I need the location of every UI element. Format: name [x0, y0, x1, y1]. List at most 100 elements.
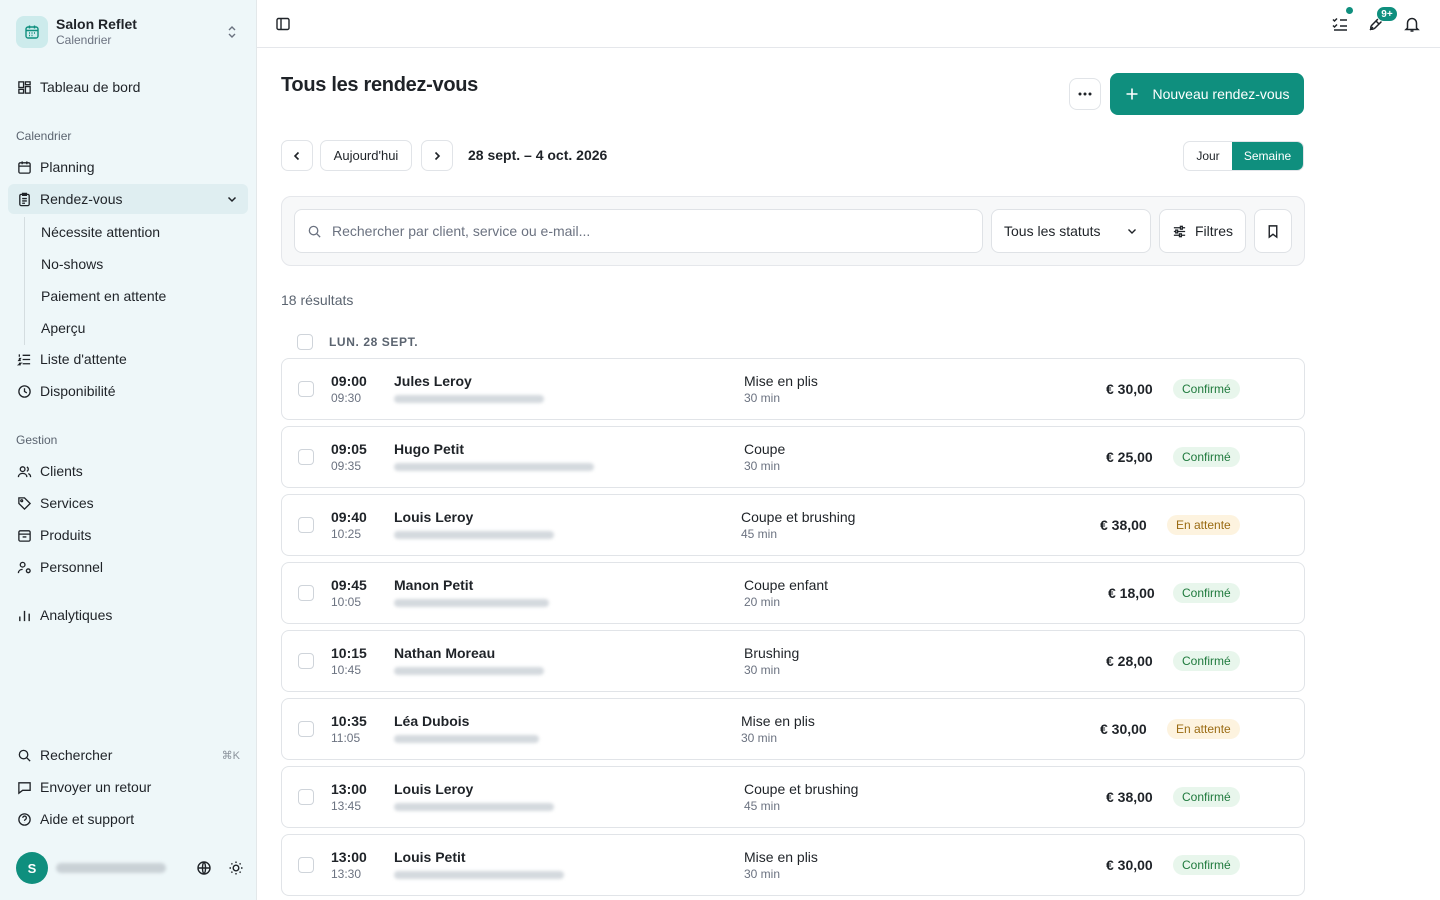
end-time: 11:05 — [331, 731, 361, 745]
sidebar-item-products[interactable]: Produits — [8, 520, 248, 550]
submenu-divider — [24, 217, 25, 345]
dashboard-icon — [16, 79, 32, 95]
more-options-button[interactable] — [1069, 78, 1101, 110]
row-checkbox[interactable] — [298, 789, 314, 805]
status-badge: Confirmé — [1173, 787, 1240, 807]
user-menu[interactable]: S — [16, 852, 248, 884]
new-appointment-label: Nouveau rendez-vous — [1152, 86, 1290, 102]
appointment-row[interactable]: 09:40 10:25 Louis Leroy Coupe et brushing 45… — [281, 494, 1305, 556]
row-checkbox[interactable] — [298, 857, 314, 873]
service-name: Brushing — [744, 645, 800, 661]
row-checkbox[interactable] — [298, 653, 314, 669]
view-week-button[interactable]: Semaine — [1232, 142, 1303, 170]
avatar[interactable]: S — [16, 852, 48, 884]
sidebar-item-planning[interactable]: Planning — [8, 152, 248, 182]
end-time: 10:45 — [331, 663, 362, 677]
row-checkbox[interactable] — [298, 517, 314, 533]
sidebar-item-search[interactable]: Rechercher ⌘K — [8, 740, 248, 770]
row-checkbox[interactable] — [298, 381, 314, 397]
redacted-email — [394, 667, 544, 675]
rocket-icon[interactable]: 9+ — [1364, 6, 1398, 36]
sun-icon[interactable] — [224, 856, 248, 880]
appointment-row[interactable]: 13:00 13:30 Louis Petit Mise en plis 30 min €… — [281, 834, 1305, 896]
appointment-row[interactable]: 09:45 10:05 Manon Petit Coupe enfant 20 min €… — [281, 562, 1305, 624]
workspace-switcher[interactable]: Salon Reflet Calendrier — [8, 8, 248, 56]
row-checkbox[interactable] — [298, 449, 314, 465]
start-time: 09:45 — [331, 577, 367, 593]
chevron-down-icon — [1128, 229, 1136, 234]
today-button[interactable]: Aujourd'hui — [320, 140, 412, 171]
price: € 18,00 — [1108, 585, 1155, 601]
price: € 38,00 — [1100, 517, 1147, 533]
start-time: 13:00 — [331, 781, 367, 797]
redacted-email — [56, 863, 166, 873]
status-badge: En attente — [1167, 719, 1240, 739]
view-day-button[interactable]: Jour — [1184, 142, 1232, 170]
chevrons-up-down-icon — [224, 24, 240, 40]
tasks-icon[interactable] — [1328, 6, 1354, 36]
saved-views-button[interactable] — [1254, 209, 1292, 253]
price: € 30,00 — [1100, 721, 1147, 737]
redacted-email — [394, 871, 564, 879]
status-dropdown[interactable]: Tous les statuts — [991, 209, 1151, 253]
sidebar-subitem-attention[interactable]: Nécessite attention — [33, 218, 247, 246]
sidebar-item-label: Envoyer un retour — [40, 779, 152, 795]
sidebar-item-analytics[interactable]: Analytiques — [8, 600, 248, 630]
appointment-row[interactable]: 13:00 13:45 Louis Leroy Coupe et brushing 45… — [281, 766, 1305, 828]
sidebar-item-label: Rendez-vous — [40, 191, 123, 207]
price: € 30,00 — [1106, 381, 1153, 397]
sidebar-item-availability[interactable]: Disponibilité — [8, 376, 248, 406]
view-toggle: Jour Semaine — [1183, 141, 1304, 171]
sidebar-toggle-icon[interactable] — [273, 14, 293, 34]
topbar: 9+ — [257, 0, 1440, 48]
sidebar-item-help[interactable]: Aide et support — [8, 804, 248, 834]
appointment-row[interactable]: 09:00 09:30 Jules Leroy Mise en plis 30 min €… — [281, 358, 1305, 420]
sidebar-item-label: Personnel — [40, 559, 104, 575]
previous-week-button[interactable] — [281, 140, 313, 171]
search-icon — [308, 225, 321, 238]
service-duration: 20 min — [744, 595, 781, 609]
sidebar-item-feedback[interactable]: Envoyer un retour — [8, 772, 248, 802]
sidebar-item-appointments[interactable]: Rendez-vous — [8, 184, 248, 214]
select-all-checkbox[interactable] — [297, 334, 313, 350]
service-name: Coupe et brushing — [741, 509, 856, 525]
globe-icon[interactable] — [192, 856, 216, 880]
filters-button[interactable]: Filtres — [1159, 209, 1246, 253]
start-time: 10:35 — [331, 713, 367, 729]
row-checkbox[interactable] — [298, 585, 314, 601]
redacted-email — [394, 735, 539, 743]
sidebar-subitem-no-shows[interactable]: No-shows — [33, 250, 247, 278]
bell-icon[interactable] — [1400, 12, 1424, 36]
end-time: 09:35 — [331, 459, 362, 473]
results-count: 18 résultats — [281, 292, 354, 308]
sidebar-item-label: Services — [40, 495, 94, 511]
clipboard-icon — [16, 191, 32, 207]
new-appointment-button[interactable]: Nouveau rendez-vous — [1110, 73, 1304, 115]
sidebar-item-clients[interactable]: Clients — [8, 456, 248, 486]
appointment-row[interactable]: 09:05 09:35 Hugo Petit Coupe 30 min € 25,00 Co… — [281, 426, 1305, 488]
client-name: Manon Petit — [394, 577, 474, 593]
appointment-row[interactable]: 10:35 11:05 Léa Dubois Mise en plis 30 min € … — [281, 698, 1305, 760]
sidebar-subitem-pending-payment[interactable]: Paiement en attente — [33, 282, 247, 310]
client-name: Louis Leroy — [394, 509, 474, 525]
day-group-header: LUN. 28 SEPT. — [297, 334, 418, 350]
search-input[interactable]: Rechercher par client, service ou e-mail… — [294, 209, 983, 253]
calendar-logo-icon — [16, 16, 48, 48]
sidebar-item-services[interactable]: Services — [8, 488, 248, 518]
appointment-row[interactable]: 10:15 10:45 Nathan Moreau Brushing 30 min € 2… — [281, 630, 1305, 692]
sidebar-item-label: Clients — [40, 463, 83, 479]
sidebar-subitem-overview[interactable]: Aperçu — [33, 314, 247, 342]
service-duration: 30 min — [744, 867, 781, 881]
sidebar-item-waitlist[interactable]: Liste d'attente — [8, 344, 248, 374]
sidebar-item-label: Produits — [40, 527, 92, 543]
row-checkbox[interactable] — [298, 721, 314, 737]
sidebar-item-dashboard[interactable]: Tableau de bord — [8, 72, 248, 102]
day-group-label: LUN. 28 SEPT. — [329, 335, 419, 349]
next-week-button[interactable] — [421, 140, 453, 171]
filters-label: Filtres — [1194, 223, 1234, 239]
service-duration: 45 min — [741, 527, 778, 541]
date-range: 28 sept. – 4 oct. 2026 — [468, 147, 608, 163]
service-name: Mise en plis — [744, 849, 818, 865]
sidebar-item-staff[interactable]: Personnel — [8, 552, 248, 582]
chevron-right-icon — [434, 151, 441, 160]
